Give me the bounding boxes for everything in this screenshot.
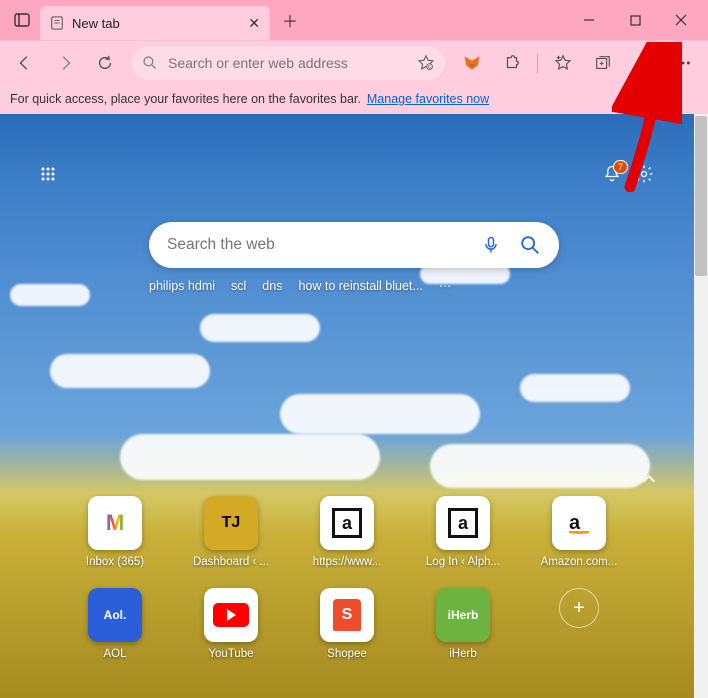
more-horizontal-icon [674, 54, 692, 72]
vertical-scrollbar[interactable] [694, 114, 708, 698]
quick-link-label: iHerb [449, 648, 476, 660]
new-tab-page: 7 philips hdmi scl dns how to reinstall blu… [0, 114, 708, 698]
web-search-input[interactable] [167, 236, 481, 254]
tab-actions-button[interactable] [4, 2, 40, 38]
avatar-icon [632, 52, 654, 74]
favorite-star-icon[interactable]: G [417, 54, 435, 72]
collections-icon [594, 54, 612, 72]
quick-link-tile[interactable]: a Amazon.com... [536, 496, 622, 568]
search-suggestion[interactable]: philips hdmi [149, 279, 215, 293]
quick-link-tile[interactable]: S Shopee [304, 588, 390, 660]
notifications-button[interactable]: 7 [602, 164, 622, 184]
window-controls [566, 0, 704, 40]
favorites-bar: For quick access, place your favorites h… [0, 84, 708, 114]
browser-toolbar: G [0, 40, 708, 84]
extensions-button[interactable] [493, 45, 531, 81]
quick-link-icon: S [320, 588, 374, 642]
expand-quicklinks-button[interactable] [640, 470, 658, 488]
title-bar: New tab ✕ ＋ [0, 0, 708, 40]
tab-actions-icon [14, 12, 30, 28]
search-suggestion[interactable]: ··· [439, 279, 452, 293]
scrollbar-thumb[interactable] [695, 116, 707, 276]
quick-link-icon: M [88, 496, 142, 550]
quick-link-label: Amazon.com... [541, 556, 618, 568]
quick-link-label: AOL [103, 648, 126, 660]
maximize-button[interactable] [612, 0, 658, 40]
search-suggestion[interactable]: how to reinstall bluet... [298, 279, 422, 293]
quick-link-label: YouTube [208, 648, 253, 660]
search-suggestion[interactable]: dns [262, 279, 282, 293]
quick-link-tile[interactable]: M Inbox (365) [72, 496, 158, 568]
tab-close-button[interactable]: ✕ [248, 15, 260, 32]
search-suggestions: philips hdmi scl dns how to reinstall bluet… [149, 279, 559, 293]
favorites-bar-text: For quick access, place your favorites h… [10, 92, 361, 106]
arrow-right-icon [56, 54, 74, 72]
quick-link-icon: a [552, 496, 606, 550]
minimize-button[interactable] [566, 0, 612, 40]
quick-link-tile[interactable]: a https://www... [304, 496, 390, 568]
close-window-button[interactable] [658, 0, 704, 40]
new-tab-button[interactable]: ＋ [274, 4, 306, 36]
search-icon [142, 55, 158, 71]
quick-link-tile[interactable]: Aol. AOL [72, 588, 158, 660]
quick-link-label: Dashboard ‹ ... [193, 556, 269, 568]
gear-icon [634, 164, 654, 184]
quick-link-tile[interactable]: TJ Dashboard ‹ ... [188, 496, 274, 568]
search-suggestion[interactable]: scl [231, 279, 246, 293]
search-submit-icon[interactable] [519, 234, 541, 256]
browser-tab[interactable]: New tab ✕ [40, 6, 270, 40]
quick-link-icon: iHerb [436, 588, 490, 642]
chevron-up-icon [640, 470, 658, 488]
refresh-icon [96, 54, 114, 72]
grid-icon [40, 166, 56, 182]
page-settings-button[interactable] [634, 164, 654, 184]
toolbar-divider [537, 53, 538, 73]
svg-text:G: G [428, 64, 432, 69]
star-plus-icon [554, 54, 572, 72]
collections-button[interactable] [584, 45, 622, 81]
address-bar[interactable]: G [132, 46, 445, 80]
page-layout-button[interactable] [40, 166, 56, 182]
extension-metamask-icon[interactable] [453, 45, 491, 81]
minimize-icon [583, 14, 595, 26]
quick-link-label: Log In ‹ Alph... [426, 556, 500, 568]
manage-favorites-link[interactable]: Manage favorites now [367, 92, 489, 106]
profile-button[interactable] [624, 45, 662, 81]
background-clouds [0, 254, 694, 514]
maximize-icon [630, 15, 641, 26]
refresh-button[interactable] [86, 45, 124, 81]
quick-link-label: https://www... [313, 556, 381, 568]
quick-link-icon: TJ [204, 496, 258, 550]
quick-link-label: Inbox (365) [86, 556, 144, 568]
close-icon [675, 14, 687, 26]
voice-search-icon[interactable] [481, 235, 501, 255]
quick-link-label: Shopee [327, 648, 367, 660]
notifications-badge: 7 [613, 160, 628, 174]
back-button[interactable] [6, 45, 44, 81]
settings-menu-button[interactable] [664, 45, 702, 81]
quick-links: M Inbox (365) TJ Dashboard ‹ ... a https://ww… [0, 496, 694, 680]
puzzle-icon [503, 54, 521, 72]
quick-link-tile[interactable]: iHerb iHerb [420, 588, 506, 660]
address-input[interactable] [168, 55, 417, 71]
quick-link-tile[interactable]: a Log In ‹ Alph... [420, 496, 506, 568]
quick-link-tile[interactable]: YouTube [188, 588, 274, 660]
quick-link-icon [204, 588, 258, 642]
quick-link-icon: a [320, 496, 374, 550]
arrow-left-icon [16, 54, 34, 72]
tab-title: New tab [72, 16, 240, 31]
quick-link-icon: a [436, 496, 490, 550]
web-search-box[interactable] [149, 222, 559, 268]
page-icon [50, 16, 64, 30]
quick-link-icon: Aol. [88, 588, 142, 642]
forward-button[interactable] [46, 45, 84, 81]
favorites-button[interactable] [544, 45, 582, 81]
add-quick-link-button[interactable]: + [559, 588, 599, 628]
fox-icon [462, 53, 482, 73]
